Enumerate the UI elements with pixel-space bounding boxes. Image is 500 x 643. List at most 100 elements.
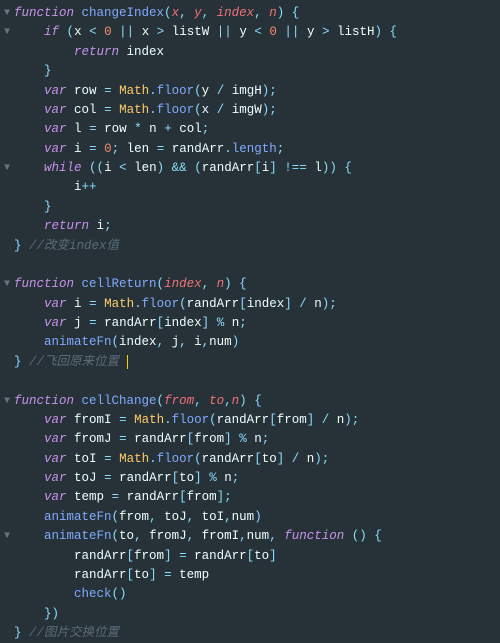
code-line[interactable]: var fromI = Math.floor(randArr[from] / n… — [0, 411, 500, 430]
line-content[interactable]: var fromI = Math.floor(randArr[from] / n… — [14, 411, 500, 430]
gutter-blank — [0, 508, 14, 527]
line-content[interactable]: var toJ = randArr[to] % n; — [14, 469, 500, 488]
line-content[interactable]: animateFn(from, toJ, toI,num) — [14, 508, 500, 527]
line-content[interactable]: var fromJ = randArr[from] % n; — [14, 430, 500, 449]
line-content[interactable]: }) — [14, 605, 500, 624]
code-line[interactable]: randArr[from] = randArr[to] — [0, 547, 500, 566]
code-line[interactable]: ▼function cellReturn(index, n) { — [0, 275, 500, 294]
line-content[interactable]: var toI = Math.floor(randArr[to] / n); — [14, 450, 500, 469]
code-line[interactable] — [0, 256, 500, 275]
gutter-blank — [0, 82, 14, 101]
code-body[interactable]: ▼function changeIndex(x, y, index, n) {▼… — [0, 4, 500, 643]
code-line[interactable]: } //改变index值 — [0, 237, 500, 256]
gutter-blank — [0, 488, 14, 507]
line-content[interactable]: } //飞回原来位置 — [14, 353, 500, 372]
line-content[interactable]: return i; — [14, 217, 500, 236]
fold-marker-icon[interactable]: ▼ — [0, 4, 14, 23]
gutter-blank — [0, 430, 14, 449]
line-content[interactable]: } //改变index值 — [14, 237, 500, 256]
code-line[interactable]: return index — [0, 43, 500, 62]
line-content[interactable]: var row = Math.floor(y / imgH); — [14, 82, 500, 101]
line-content[interactable]: var temp = randArr[from]; — [14, 488, 500, 507]
fold-marker-icon[interactable]: ▼ — [0, 23, 14, 42]
code-line[interactable]: } — [0, 62, 500, 81]
line-content[interactable]: } — [14, 62, 500, 81]
code-line[interactable]: ▼ animateFn(to, fromJ, fromI,num, functi… — [0, 527, 500, 546]
line-content[interactable] — [14, 256, 500, 275]
gutter-blank — [0, 547, 14, 566]
gutter-blank — [0, 178, 14, 197]
line-content[interactable]: function cellReturn(index, n) { — [14, 275, 500, 294]
code-line[interactable] — [0, 372, 500, 391]
gutter-blank — [0, 101, 14, 120]
code-line[interactable]: check() — [0, 585, 500, 604]
gutter-blank — [0, 333, 14, 352]
line-content[interactable]: if (x < 0 || x > listW || y < 0 || y > l… — [14, 23, 500, 42]
code-line[interactable]: var col = Math.floor(x / imgW); — [0, 101, 500, 120]
code-line[interactable]: var toJ = randArr[to] % n; — [0, 469, 500, 488]
code-line[interactable]: var j = randArr[index] % n; — [0, 314, 500, 333]
line-content[interactable] — [14, 372, 500, 391]
gutter-blank — [0, 411, 14, 430]
gutter-blank — [0, 624, 14, 643]
gutter-blank — [0, 198, 14, 217]
code-editor[interactable]: ▼function changeIndex(x, y, index, n) {▼… — [0, 0, 500, 643]
line-content[interactable]: i++ — [14, 178, 500, 197]
gutter-blank — [0, 237, 14, 256]
code-line[interactable]: var toI = Math.floor(randArr[to] / n); — [0, 450, 500, 469]
code-line[interactable]: } — [0, 198, 500, 217]
line-content[interactable]: return index — [14, 43, 500, 62]
line-content[interactable]: function cellChange(from, to,n) { — [14, 392, 500, 411]
code-line[interactable]: return i; — [0, 217, 500, 236]
line-content[interactable]: animateFn(to, fromJ, fromI,num, function… — [14, 527, 500, 546]
code-line[interactable]: i++ — [0, 178, 500, 197]
gutter-blank — [0, 120, 14, 139]
gutter-blank — [0, 469, 14, 488]
fold-marker-icon[interactable]: ▼ — [0, 159, 14, 178]
line-content[interactable]: var i = Math.floor(randArr[index] / n); — [14, 295, 500, 314]
code-line[interactable]: animateFn(index, j, i,num) — [0, 333, 500, 352]
gutter-blank — [0, 605, 14, 624]
line-content[interactable]: } — [14, 198, 500, 217]
code-line[interactable]: randArr[to] = temp — [0, 566, 500, 585]
line-content[interactable]: check() — [14, 585, 500, 604]
line-content[interactable]: randArr[from] = randArr[to] — [14, 547, 500, 566]
gutter-blank — [0, 43, 14, 62]
line-content[interactable]: var i = 0; len = randArr.length; — [14, 140, 500, 159]
fold-marker-icon[interactable]: ▼ — [0, 275, 14, 294]
gutter-blank — [0, 372, 14, 391]
code-line[interactable]: var l = row * n + col; — [0, 120, 500, 139]
line-content[interactable]: randArr[to] = temp — [14, 566, 500, 585]
fold-marker-icon[interactable]: ▼ — [0, 527, 14, 546]
gutter-blank — [0, 585, 14, 604]
line-content[interactable]: var col = Math.floor(x / imgW); — [14, 101, 500, 120]
code-line[interactable]: var i = 0; len = randArr.length; — [0, 140, 500, 159]
code-line[interactable]: ▼function changeIndex(x, y, index, n) { — [0, 4, 500, 23]
gutter-blank — [0, 217, 14, 236]
gutter-blank — [0, 62, 14, 81]
code-line[interactable]: var temp = randArr[from]; — [0, 488, 500, 507]
code-line[interactable]: }) — [0, 605, 500, 624]
code-line[interactable]: var i = Math.floor(randArr[index] / n); — [0, 295, 500, 314]
code-line[interactable]: var row = Math.floor(y / imgH); — [0, 82, 500, 101]
gutter-blank — [0, 566, 14, 585]
line-content[interactable]: var l = row * n + col; — [14, 120, 500, 139]
line-content[interactable]: } //图片交换位置 — [14, 624, 500, 643]
line-content[interactable]: function changeIndex(x, y, index, n) { — [14, 4, 500, 23]
fold-marker-icon[interactable]: ▼ — [0, 392, 14, 411]
line-content[interactable]: var j = randArr[index] % n; — [14, 314, 500, 333]
gutter-blank — [0, 295, 14, 314]
line-content[interactable]: animateFn(index, j, i,num) — [14, 333, 500, 352]
gutter-blank — [0, 140, 14, 159]
code-line[interactable]: } //飞回原来位置 — [0, 353, 500, 372]
gutter-blank — [0, 450, 14, 469]
code-line[interactable]: } //图片交换位置 — [0, 624, 500, 643]
code-line[interactable]: ▼ while ((i < len) && (randArr[i] !== l)… — [0, 159, 500, 178]
gutter-blank — [0, 353, 14, 372]
code-line[interactable]: animateFn(from, toJ, toI,num) — [0, 508, 500, 527]
gutter-blank — [0, 314, 14, 333]
code-line[interactable]: var fromJ = randArr[from] % n; — [0, 430, 500, 449]
code-line[interactable]: ▼ if (x < 0 || x > listW || y < 0 || y >… — [0, 23, 500, 42]
line-content[interactable]: while ((i < len) && (randArr[i] !== l)) … — [14, 159, 500, 178]
code-line[interactable]: ▼function cellChange(from, to,n) { — [0, 392, 500, 411]
